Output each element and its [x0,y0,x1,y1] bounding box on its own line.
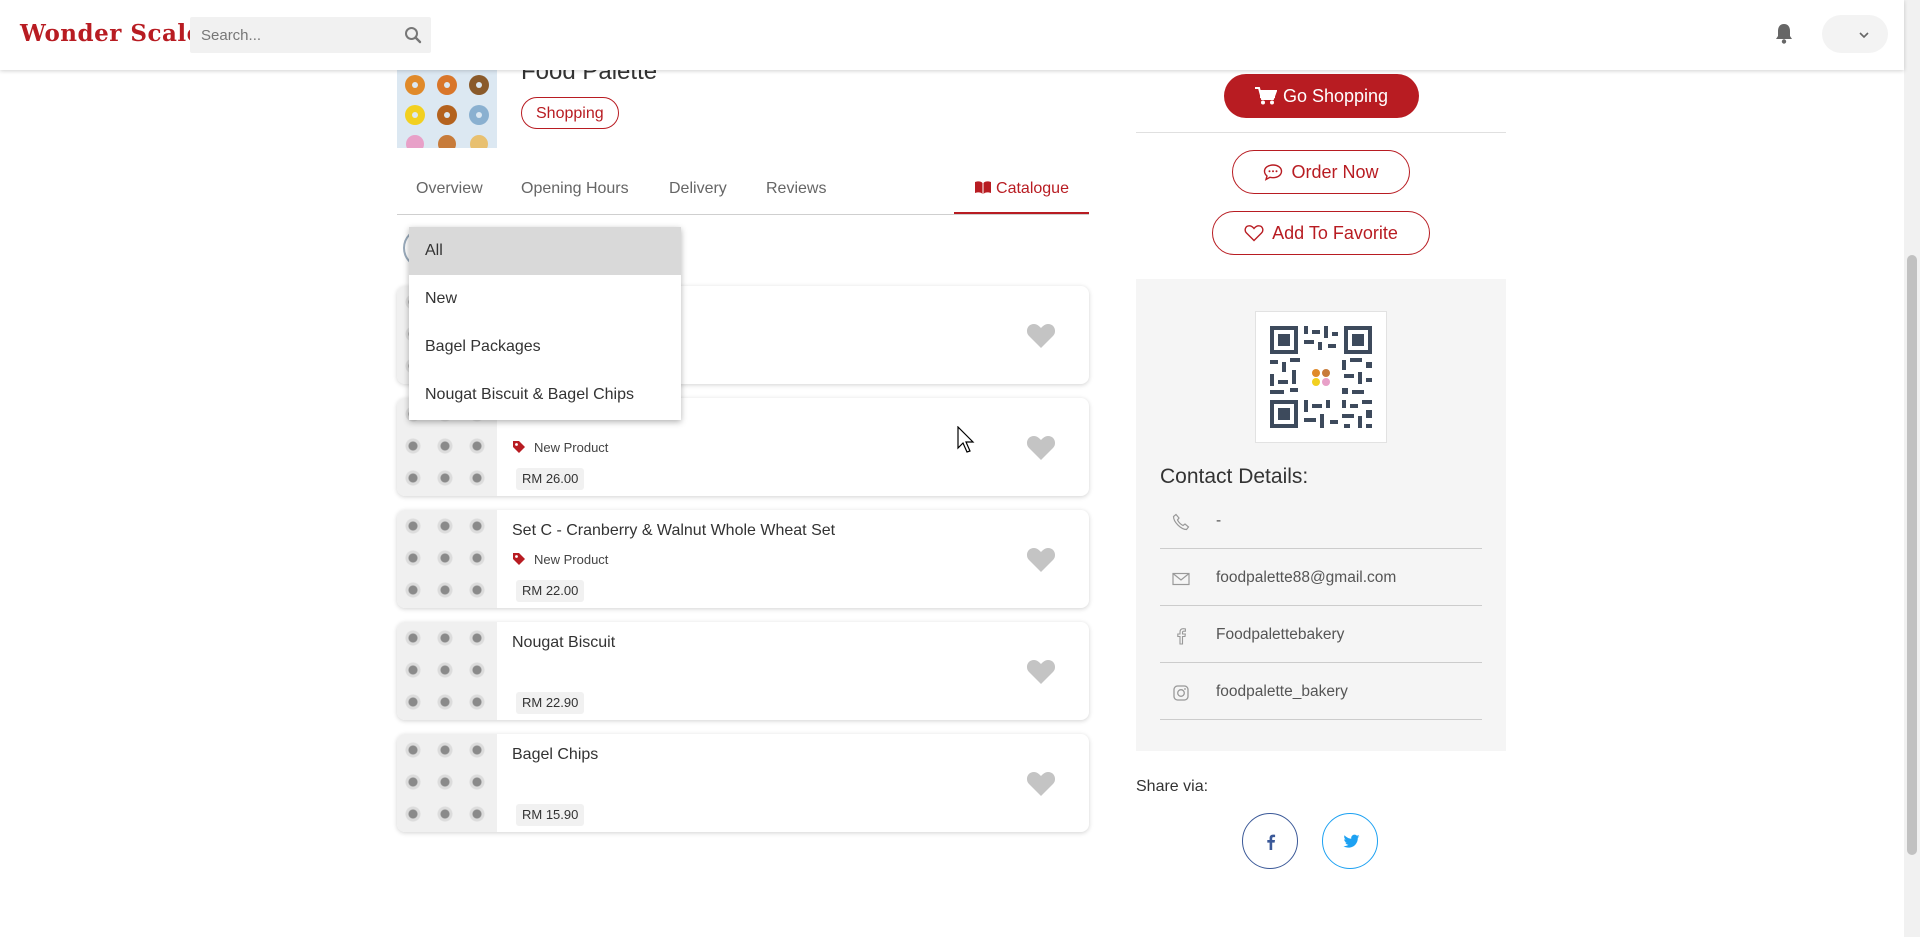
store-tabs: Overview Opening Hours Delivery Reviews … [397,168,1089,215]
product-card[interactable]: Bagel Chips RM 15.90 [397,734,1089,832]
category-filter-dropdown: All New Bagel Packages Nougat Biscuit & … [409,227,681,420]
add-to-favorite-button[interactable]: Add To Favorite [1212,211,1430,255]
go-shopping-label: Go Shopping [1282,86,1389,106]
bell-icon[interactable] [1774,22,1794,44]
tab-delivery[interactable]: Delivery [669,180,727,198]
product-card[interactable]: Nougat Biscuit RM 22.90 [397,622,1089,720]
product-name[interactable]: Nougat Biscuit [512,634,615,652]
heart-icon[interactable] [1026,658,1056,685]
order-now-button[interactable]: Order Now [1232,150,1410,194]
heart-icon[interactable] [1026,434,1056,461]
contact-facebook-row: Foodpalettebakery [1160,607,1482,663]
heart-icon[interactable] [1026,770,1056,797]
search-input[interactable] [190,17,391,53]
app-logo[interactable]: Wonder Scale [20,20,202,47]
go-shopping-button[interactable]: Go Shopping [1224,74,1419,118]
search-icon[interactable] [404,26,422,44]
contact-facebook[interactable]: Foodpalettebakery [1216,626,1344,644]
twitter-icon [1343,834,1360,848]
phone-icon [1172,513,1190,531]
filter-option-new[interactable]: New [409,275,681,323]
product-thumbnail [397,510,497,608]
product-thumbnail [397,734,497,832]
facebook-icon [1267,834,1276,850]
order-now-label: Order Now [1291,162,1379,182]
chat-icon [1264,164,1283,181]
heart-outline-icon [1244,225,1264,242]
contact-email-row: foodpalette88@gmail.com [1160,550,1482,606]
product-name[interactable]: Set C - Cranberry & Walnut Whole Wheat S… [512,522,835,540]
filter-option-nougat-bagel-chips[interactable]: Nougat Biscuit & Bagel Chips [409,371,681,419]
product-tag-label: New Product [534,440,609,455]
tab-overview[interactable]: Overview [416,180,483,198]
chevron-down-icon [1859,32,1869,39]
search-bar [190,17,431,53]
product-price: RM 15.90 [516,804,585,826]
contact-phone-row: - [1160,493,1482,549]
cart-icon [1254,87,1278,105]
contact-email[interactable]: foodpalette88@gmail.com [1216,569,1396,587]
store-qr-code [1255,311,1387,443]
share-twitter-button[interactable] [1322,813,1378,869]
book-icon [975,181,992,194]
envelope-icon [1172,572,1190,586]
contact-instagram-row: foodpalette_bakery [1160,664,1482,720]
contact-details-title: Contact Details: [1160,465,1309,488]
scrollbar-thumb[interactable] [1907,255,1917,855]
heart-icon[interactable] [1026,322,1056,349]
product-tag: New Product [512,552,608,567]
profile-menu-button[interactable] [1822,15,1888,53]
product-card[interactable]: Set C - Cranberry & Walnut Whole Wheat S… [397,510,1089,608]
filter-option-bagel-packages[interactable]: Bagel Packages [409,323,681,371]
product-price: RM 22.90 [516,692,585,714]
instagram-icon [1173,685,1189,701]
contact-panel: Contact Details: - foodpalette88@gmail.c… [1136,279,1506,751]
share-facebook-button[interactable] [1242,813,1298,869]
product-price: RM 22.00 [516,580,585,602]
tab-catalogue[interactable]: Catalogue [954,168,1089,214]
divider [1136,132,1506,133]
share-via-label: Share via: [1136,778,1209,795]
mouse-cursor-icon [957,426,975,453]
heart-icon[interactable] [1026,546,1056,573]
tab-opening-hours[interactable]: Opening Hours [521,180,629,198]
contact-phone: - [1216,512,1222,529]
product-price: RM 26.00 [516,468,585,490]
product-thumbnail [397,622,497,720]
product-tag-label: New Product [534,552,609,567]
filter-option-all[interactable]: All [409,227,681,275]
tab-catalogue-label: Catalogue [996,180,1069,197]
product-name[interactable]: Bagel Chips [512,746,598,764]
facebook-icon [1177,628,1186,645]
tag-icon [513,553,525,565]
product-tag: New Product [512,440,608,455]
tab-reviews[interactable]: Reviews [766,180,826,198]
contact-instagram[interactable]: foodpalette_bakery [1216,683,1348,701]
add-to-favorite-label: Add To Favorite [1272,223,1398,243]
tag-icon [513,441,525,453]
top-navbar: Wonder Scale [0,0,1904,70]
store-category-badge[interactable]: Shopping [521,97,619,129]
